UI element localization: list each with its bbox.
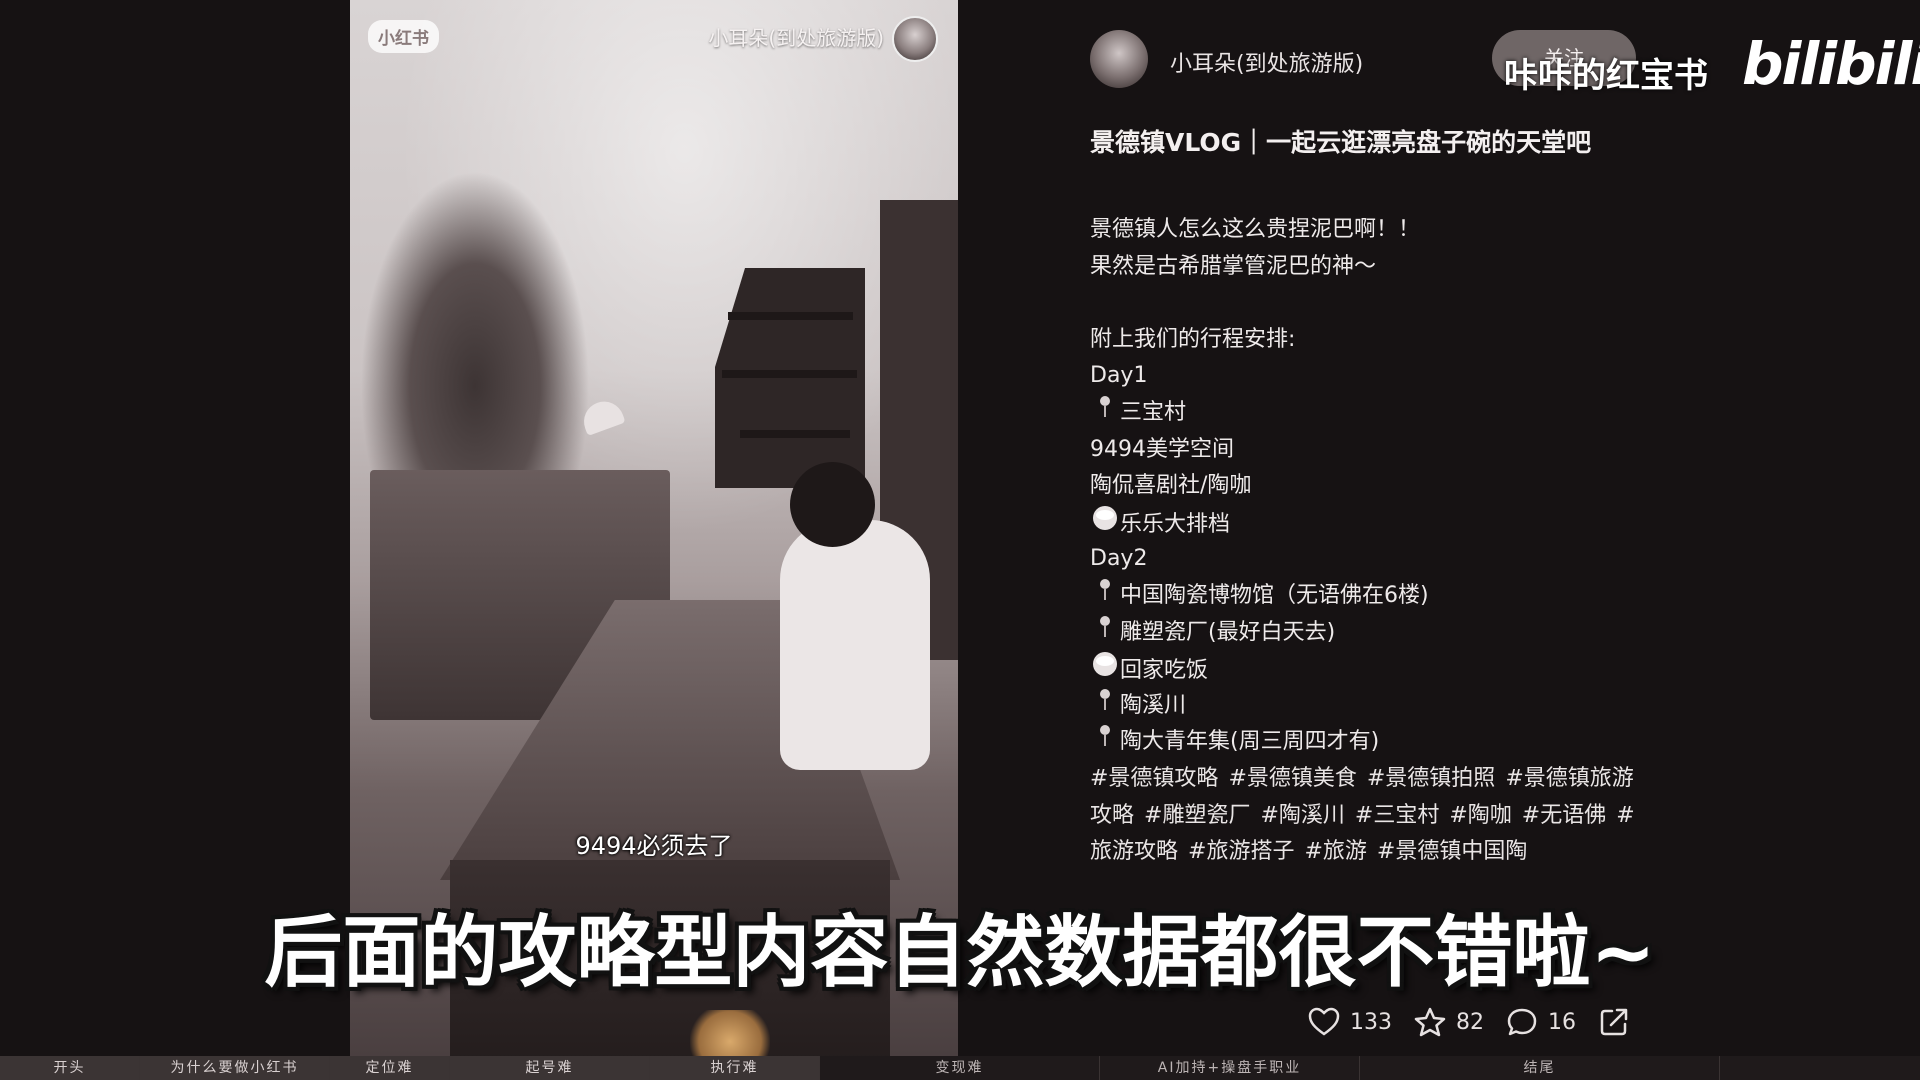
post-body-line: 景德镇人怎么这么贵捏泥巴啊！！ xyxy=(1090,212,1650,249)
comment-count: 16 xyxy=(1548,1009,1576,1035)
post-body-line: 回家吃饭 xyxy=(1090,651,1650,688)
xiaohongshu-logo: 小红书 xyxy=(368,20,439,53)
post-body-line-text: 果然是古希腊掌管泥巴的神～ xyxy=(1090,253,1377,279)
post-body-line-text: 乐乐大排档 xyxy=(1120,511,1231,537)
hashtag-link[interactable]: #旅游搭子 xyxy=(1188,839,1294,864)
cat-sticker xyxy=(690,1010,770,1056)
chapter-segment[interactable]: AI加持+操盘手职业 xyxy=(1100,1056,1360,1080)
post-body-line: 乐乐大排档 xyxy=(1090,505,1650,542)
star-icon xyxy=(1414,1007,1446,1037)
video-author-name: 小耳朵(到处旅游版) xyxy=(708,26,884,50)
chapter-timeline[interactable]: 开头 为什么要做小红书 定位难 起号难 执行难 变现难 AI加持+操盘手职业 结尾 xyxy=(0,1056,1920,1080)
video-scene-shelf-board xyxy=(728,312,853,320)
post-body-line: 附上我们的行程安排: xyxy=(1090,322,1650,359)
map-pin-icon xyxy=(1090,724,1120,761)
rice-bowl-icon xyxy=(1090,651,1120,690)
hashtag-link[interactable]: #陶咖 xyxy=(1449,803,1511,828)
video-scene-person-head xyxy=(790,462,875,547)
post-body: 景德镇人怎么这么贵捏泥巴啊！！ 果然是古希腊掌管泥巴的神～ 附上我们的行程安排: Da… xyxy=(1090,212,1650,871)
rice-bowl-icon xyxy=(1090,505,1120,544)
chapter-segment[interactable]: 执行难 xyxy=(650,1056,820,1080)
post-body-line: Day1 xyxy=(1090,358,1650,395)
share-button[interactable] xyxy=(1598,1006,1640,1038)
post-body-line-text: Day1 xyxy=(1090,363,1148,389)
hashtag-link[interactable]: #三宝村 xyxy=(1355,803,1439,828)
chapter-segment[interactable]: 起号难 xyxy=(450,1056,650,1080)
favorite-button[interactable]: 82 xyxy=(1414,1007,1484,1037)
map-pin-icon xyxy=(1090,395,1120,432)
post-body-line-text: 中国陶瓷博物馆（无语佛在6楼) xyxy=(1120,582,1429,608)
post-body-lines: 景德镇人怎么这么贵捏泥巴啊！！ 果然是古希腊掌管泥巴的神～ 附上我们的行程安排: Da… xyxy=(1090,212,1650,761)
video-scene-shelf-board xyxy=(722,370,857,378)
heart-icon xyxy=(1308,1007,1340,1036)
post-body-line-text: 三宝村 xyxy=(1120,399,1187,425)
post-body-line-text: 回家吃饭 xyxy=(1120,658,1209,684)
video-scene-shelf xyxy=(715,268,865,488)
bilibili-logo: bilibili xyxy=(1742,30,1920,98)
favorite-count: 82 xyxy=(1456,1009,1484,1035)
post-body-line: 中国陶瓷博物馆（无语佛在6楼) xyxy=(1090,578,1650,615)
post-tags: #景德镇攻略 #景德镇美食 #景德镇拍照 #景德镇旅游攻略 #雕塑瓷厂 #陶溪川 #三宝村 #… xyxy=(1090,761,1650,871)
avatar[interactable] xyxy=(1090,30,1148,88)
video-author-avatar[interactable] xyxy=(892,16,938,62)
post-body-blank-line xyxy=(1090,285,1650,322)
comment-button[interactable]: 16 xyxy=(1506,1007,1576,1037)
post-author-name[interactable]: 小耳朵(到处旅游版) xyxy=(1170,46,1363,78)
map-pin-icon xyxy=(1090,615,1120,652)
chapter-segment[interactable]: 开头 xyxy=(0,1056,140,1080)
chapter-segment[interactable]: 定位难 xyxy=(330,1056,450,1080)
post-body-line: 雕塑瓷厂(最好白天去) xyxy=(1090,615,1650,652)
post-body-line: 陶溪川 xyxy=(1090,688,1650,725)
map-pin-icon xyxy=(1090,578,1120,615)
post-body-line: 陶大青年集(周三周四才有) xyxy=(1090,724,1650,761)
post-body-line-text: 附上我们的行程安排: xyxy=(1090,326,1296,352)
hashtag-link[interactable]: #陶溪川 xyxy=(1260,803,1344,828)
hashtag-link[interactable]: #景德镇拍照 xyxy=(1367,766,1495,791)
post-body-line-text: 雕塑瓷厂(最好白天去) xyxy=(1120,619,1336,645)
post-body-line: 三宝村 xyxy=(1090,395,1650,432)
post-action-bar: 133 82 16 xyxy=(1308,1002,1662,1042)
hashtag-link[interactable]: #无语佛 xyxy=(1522,803,1606,828)
post-body-line-text: 陶侃喜剧社/陶咖 xyxy=(1090,473,1252,499)
share-icon xyxy=(1600,1008,1628,1036)
post-body-line: Day2 xyxy=(1090,541,1650,578)
video-scene-person xyxy=(780,520,930,770)
post-body-line: 陶侃喜剧社/陶咖 xyxy=(1090,468,1650,505)
hashtag-link[interactable]: #景德镇攻略 xyxy=(1090,766,1218,791)
post-body-line-text: 9494美学空间 xyxy=(1090,436,1234,462)
hashtag-link[interactable]: #景德镇美食 xyxy=(1228,766,1356,791)
post-body-line-text: Day2 xyxy=(1090,546,1148,572)
post-body-line-text: 陶大青年集(周三周四才有) xyxy=(1120,729,1380,755)
map-pin-icon xyxy=(1090,688,1120,725)
post-body-line-text: 景德镇人怎么这么贵捏泥巴啊！！ xyxy=(1090,217,1421,242)
chapter-segment[interactable]: 为什么要做小红书 xyxy=(140,1056,330,1080)
post-body-line-text: 陶溪川 xyxy=(1120,692,1187,718)
hashtag-link[interactable]: #景德镇中国陶 xyxy=(1377,839,1527,864)
hashtag-link[interactable]: #雕塑瓷厂 xyxy=(1144,803,1250,828)
video-caption: 9494必须去了 xyxy=(575,832,733,860)
hashtag-link[interactable]: #旅游 xyxy=(1304,839,1366,864)
video-scene-shelf-board xyxy=(740,430,850,438)
post-title: 景德镇VLOG｜一起云逛漂亮盘子碗的天堂吧 xyxy=(1090,128,1592,157)
post-body-line: 9494美学空间 xyxy=(1090,432,1650,469)
channel-watermark: 咔咔的红宝书 xyxy=(1504,56,1708,96)
post-body-line: 果然是古希腊掌管泥巴的神～ xyxy=(1090,249,1650,286)
like-button[interactable]: 133 xyxy=(1308,1007,1392,1037)
chapter-segment[interactable]: 结尾 xyxy=(1360,1056,1720,1080)
comment-icon xyxy=(1507,1008,1537,1036)
video-subtitle: 后面的攻略型内容自然数据都很不错啦~ xyxy=(264,908,1656,998)
screen: 小红书 小耳朵(到处旅游版) 9494必须去了 小耳朵(到处旅游版) 关注 景德… xyxy=(0,0,1920,1080)
chapter-segment[interactable]: 变现难 xyxy=(820,1056,1100,1080)
like-count: 133 xyxy=(1350,1009,1392,1035)
